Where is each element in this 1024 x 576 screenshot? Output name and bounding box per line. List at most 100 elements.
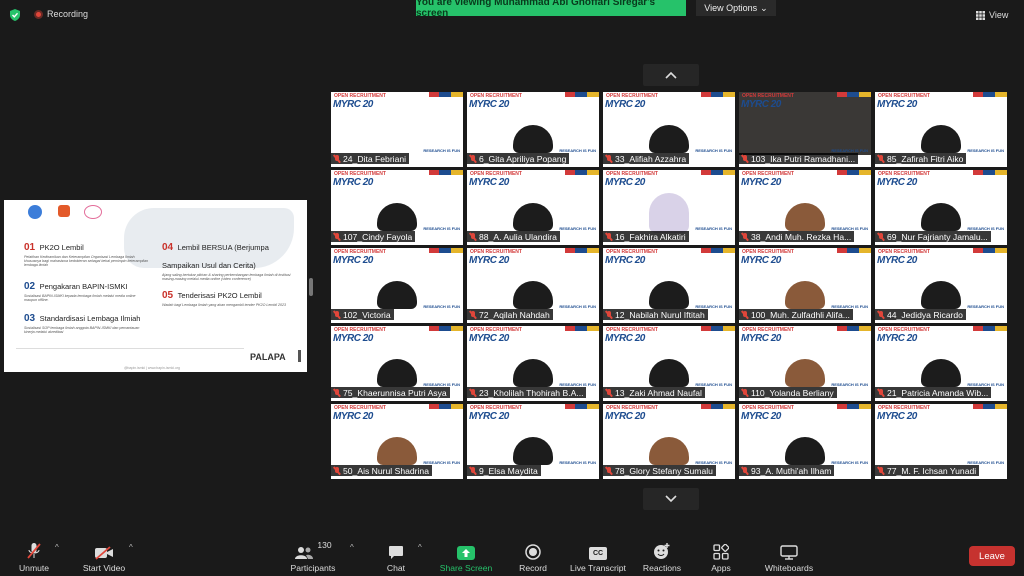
apps-button[interactable]: Apps (706, 540, 736, 573)
banner-stripe (565, 170, 599, 175)
participant-video (513, 125, 553, 153)
participant-tile[interactable]: OPEN RECRUITMENT MYRC 20 RESEARCH IS FUN… (331, 170, 463, 245)
closed-captions-icon: CC (589, 547, 607, 560)
participant-tile[interactable]: OPEN RECRUITMENT MYRC 20 RESEARCH IS FUN… (603, 404, 735, 479)
participant-tile[interactable]: OPEN RECRUITMENT MYRC 20 RESEARCH IS FUN… (739, 170, 871, 245)
participant-tile[interactable]: OPEN RECRUITMENT MYRC 20 RESEARCH IS FUN… (467, 248, 599, 323)
video-options-caret[interactable]: ^ (129, 543, 133, 552)
participant-name-bar: 103_Ika Putri Ramadhani... (739, 153, 859, 164)
page-down-button[interactable] (643, 488, 699, 510)
participant-tile[interactable]: OPEN RECRUITMENT MYRC 20 RESEARCH IS FUN… (467, 92, 599, 167)
background-brand-main: MYRC 20 (469, 333, 509, 344)
participant-video (513, 437, 553, 465)
chat-options-caret[interactable]: ^ (418, 543, 422, 552)
participant-video (921, 281, 961, 309)
participant-tile[interactable]: OPEN RECRUITMENT MYRC 20 RESEARCH IS FUN… (467, 326, 599, 401)
participant-name-bar: 77_M. F. Ichsan Yunadi (875, 465, 980, 476)
shield-icon[interactable] (8, 8, 22, 22)
view-options-button[interactable]: View Options ⌄ (696, 0, 776, 16)
participants-button[interactable]: 130 Participants (288, 540, 338, 573)
banner-stripe (837, 326, 871, 331)
reactions-button[interactable]: Reactions (640, 540, 684, 573)
participant-tile[interactable]: OPEN RECRUITMENT MYRC 20 RESEARCH IS FUN… (875, 248, 1007, 323)
participant-tile[interactable]: OPEN RECRUITMENT MYRC 20 RESEARCH IS FUN… (739, 92, 871, 167)
partner-logo-icon (84, 205, 102, 219)
slide-footer: @bapin.ismki | www.bapin-ismki.org (124, 366, 181, 370)
chevron-up-icon (665, 71, 677, 79)
banner-stripe (429, 248, 463, 253)
live-transcript-button[interactable]: CC Live Transcript (566, 540, 630, 573)
participant-tile[interactable]: OPEN RECRUITMENT MYRC 20 RESEARCH IS FUN… (875, 170, 1007, 245)
participant-video (921, 359, 961, 387)
participant-tile[interactable]: OPEN RECRUITMENT MYRC 20 RESEARCH IS FUN… (603, 92, 735, 167)
leave-button[interactable]: Leave (969, 546, 1015, 566)
participant-name: 12_Nabilah Nurul Iftitah (615, 309, 705, 320)
participant-tile[interactable]: OPEN RECRUITMENT MYRC 20 RESEARCH IS FUN… (331, 404, 463, 479)
mic-muted-icon (469, 310, 477, 319)
unmute-label: Unmute (18, 563, 50, 573)
participant-tile[interactable]: OPEN RECRUITMENT MYRC 20 RESEARCH IS FUN… (875, 326, 1007, 401)
banner-stripe (973, 326, 1007, 331)
participant-tile[interactable]: OPEN RECRUITMENT MYRC 20 RESEARCH IS FUN… (875, 92, 1007, 167)
apps-icon (713, 544, 729, 560)
participant-name: 78_Glory Stefany Sumalu (615, 465, 713, 476)
share-screen-button[interactable]: Share Screen (436, 540, 496, 573)
slide-item-05: 05 Tenderisasi PK2O Lembil Wadah bagi Le… (162, 285, 302, 307)
participant-tile[interactable]: OPEN RECRUITMENT MYRC 20 RESEARCH IS FUN… (467, 404, 599, 479)
item-desc: Pelatihan Kedinamikan dan Keterampilan O… (24, 255, 149, 267)
unmute-button[interactable]: Unmute (14, 540, 54, 573)
split-resize-handle[interactable] (309, 278, 313, 296)
grid-icon (976, 10, 985, 20)
live-transcript-label: Live Transcript (570, 563, 626, 573)
participant-name-bar: 24_Dita Febriani (331, 153, 410, 164)
participant-tile[interactable]: OPEN RECRUITMENT MYRC 20 RESEARCH IS FUN… (331, 92, 463, 167)
mic-muted-icon (333, 154, 341, 163)
participant-video (785, 359, 825, 387)
page-up-button[interactable] (643, 64, 699, 86)
background-brand-main: MYRC 20 (605, 255, 645, 266)
participants-options-caret[interactable]: ^ (350, 543, 354, 552)
mic-muted-icon (333, 310, 341, 319)
participants-icon (295, 547, 314, 559)
item-desc: Sosialisasi SOP lembaga ilmiah anggota B… (24, 326, 140, 334)
start-video-button[interactable]: Start Video (80, 540, 128, 573)
participant-tile[interactable]: OPEN RECRUITMENT MYRC 20 RESEARCH IS FUN… (331, 248, 463, 323)
participant-tile[interactable]: OPEN RECRUITMENT MYRC 20 RESEARCH IS FUN… (739, 404, 871, 479)
background-brand-main: MYRC 20 (605, 411, 645, 422)
participant-tile[interactable]: OPEN RECRUITMENT MYRC 20 RESEARCH IS FUN… (739, 248, 871, 323)
banner-stripe (701, 92, 735, 97)
participant-tile[interactable]: OPEN RECRUITMENT MYRC 20 RESEARCH IS FUN… (603, 170, 735, 245)
view-button[interactable]: View (976, 7, 1020, 23)
background-tagline: RESEARCH IS FUN (967, 304, 1004, 309)
participant-tile[interactable]: OPEN RECRUITMENT MYRC 20 RESEARCH IS FUN… (331, 326, 463, 401)
record-button[interactable]: Record (514, 540, 552, 573)
participants-video-grid: OPEN RECRUITMENT MYRC 20 RESEARCH IS FUN… (331, 92, 1011, 482)
participant-tile[interactable]: OPEN RECRUITMENT MYRC 20 RESEARCH IS FUN… (875, 404, 1007, 479)
chat-button[interactable]: Chat (380, 540, 412, 573)
banner-stripe (973, 170, 1007, 175)
item-number: 02 (24, 281, 36, 292)
audio-options-caret[interactable]: ^ (55, 543, 59, 552)
participant-name: 75_Khaerunnisa Putri Asya (343, 387, 447, 398)
participants-count: 130 (317, 540, 332, 550)
participant-name-bar: 102_Victoria (331, 309, 394, 320)
chevron-down-icon: ⌄ (760, 2, 768, 13)
participant-name-bar: 69_Nur Fajrianty Jamalu... (875, 231, 991, 242)
apps-label: Apps (711, 563, 731, 573)
participant-tile[interactable]: OPEN RECRUITMENT MYRC 20 RESEARCH IS FUN… (603, 248, 735, 323)
mic-muted-icon (741, 154, 749, 163)
background-tagline: RESEARCH IS FUN (559, 304, 596, 309)
banner-stripe (565, 92, 599, 97)
participant-name-bar: 23_Kholilah Thohirah B.A... (467, 387, 587, 398)
item-number: 04 (162, 242, 174, 253)
item-title: Tenderisasi PK2O Lembil (177, 291, 262, 300)
participant-tile[interactable]: OPEN RECRUITMENT MYRC 20 RESEARCH IS FUN… (467, 170, 599, 245)
participant-name-bar: 78_Glory Stefany Sumalu (603, 465, 716, 476)
participant-tile[interactable]: OPEN RECRUITMENT MYRC 20 RESEARCH IS FUN… (603, 326, 735, 401)
slide-item-04: 04 Lembil BERSUA (Berjumpa Sampaikan Usu… (162, 237, 302, 281)
whiteboards-button[interactable]: Whiteboards (760, 540, 818, 573)
recording-indicator[interactable]: Recording (34, 9, 88, 19)
banner-stripe (565, 326, 599, 331)
mic-muted-icon (469, 232, 477, 241)
participant-tile[interactable]: OPEN RECRUITMENT MYRC 20 RESEARCH IS FUN… (739, 326, 871, 401)
